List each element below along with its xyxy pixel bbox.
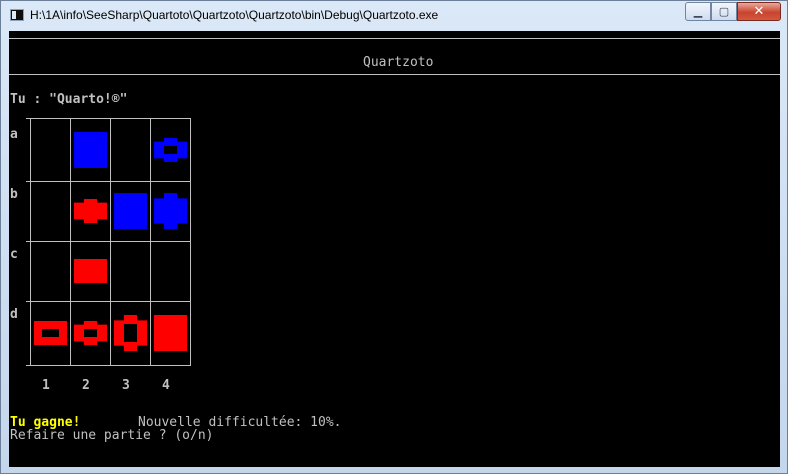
minimize-icon: ▁ — [693, 5, 703, 18]
piece-hole-d2 — [84, 329, 97, 337]
minimize-button[interactable]: ▁ — [685, 2, 711, 21]
piece-c2 — [74, 259, 107, 283]
piece-b4 — [154, 193, 187, 229]
grid-hline-0 — [26, 118, 191, 119]
header-rule-bottom — [9, 74, 780, 75]
player-line: Tu : "Quarto!®" — [10, 92, 128, 107]
grid-hline-3 — [26, 301, 191, 302]
row-label-a: a — [10, 127, 18, 142]
console-app-icon[interactable] — [10, 9, 24, 21]
piece-a4 — [154, 138, 187, 162]
maximize-button[interactable]: ▢ — [711, 2, 737, 21]
title-bar[interactable]: H:\1A\info\SeeSharp\Quartoto\Quartzoto\Q… — [1, 1, 787, 31]
replay-prompt: Refaire une partie ? (o/n) — [10, 428, 214, 443]
grid-hline-2 — [26, 241, 191, 242]
row-label-c: c — [10, 247, 18, 262]
col-label-4: 4 — [162, 378, 170, 393]
header-rule-top — [9, 38, 780, 39]
piece-b3 — [114, 193, 147, 229]
col-label-3: 3 — [122, 378, 130, 393]
piece-d4 — [154, 315, 187, 351]
window-title: H:\1A\info\SeeSharp\Quartoto\Quartzoto\Q… — [30, 8, 439, 22]
console-output[interactable]: Quartzoto Tu : "Quarto!®" abcd1234 Tu ga… — [9, 31, 780, 467]
close-icon: ✕ — [753, 4, 765, 19]
piece-d2 — [74, 321, 107, 345]
console-window: H:\1A\info\SeeSharp\Quartoto\Quartzoto\Q… — [0, 0, 788, 474]
row-label-d: d — [10, 307, 18, 322]
col-label-1: 1 — [42, 378, 50, 393]
maximize-icon: ▢ — [718, 5, 730, 18]
piece-hole-a4 — [164, 146, 177, 154]
caption-buttons: ▁ ▢ ✕ — [685, 2, 781, 22]
piece-d3 — [114, 315, 147, 351]
piece-a2 — [74, 132, 107, 168]
piece-hole-d1 — [42, 329, 59, 337]
game-title: Quartzoto — [363, 55, 434, 70]
col-label-2: 2 — [82, 378, 90, 393]
row-label-b: b — [10, 187, 18, 202]
piece-b2 — [74, 199, 107, 223]
grid-hline-4 — [26, 365, 191, 366]
grid-hline-1 — [26, 181, 191, 182]
piece-d1 — [34, 321, 67, 345]
piece-hole-d3 — [124, 324, 137, 342]
close-button[interactable]: ✕ — [737, 2, 781, 21]
